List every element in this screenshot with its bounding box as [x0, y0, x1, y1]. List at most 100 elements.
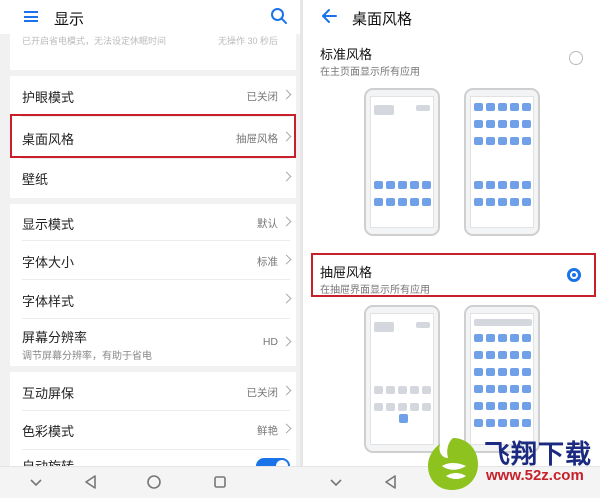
option-title: 标准风格: [320, 47, 373, 62]
preview-app-tile: [522, 198, 531, 206]
preview-app-tile: [498, 351, 507, 359]
sleep-notice: 已开启省电模式，无法设定休眠时间: [22, 36, 167, 46]
sleep-card: 已开启省电模式，无法设定休眠时间 无操作 30 秒后: [10, 34, 296, 70]
preview-app-tile: [474, 368, 483, 376]
preview-app-tile: [498, 103, 507, 111]
row-label: 壁纸: [22, 172, 49, 187]
row-value: 鲜艳: [257, 425, 278, 437]
nav-home-icon[interactable]: [146, 474, 162, 490]
preview-app-tile: [410, 181, 419, 189]
row-color-mode[interactable]: 色彩模式 鲜艳: [10, 411, 296, 449]
preview-app-tile: [486, 103, 495, 111]
preview-app-tile: [486, 385, 495, 393]
preview-app-tile: [510, 351, 519, 359]
preview-standard-apps: [464, 88, 540, 236]
row-screensaver[interactable]: 互动屏保 已关闭: [10, 372, 296, 410]
preview-app-tile: [510, 334, 519, 342]
back-icon[interactable]: [320, 7, 338, 25]
row-label: 字体大小: [22, 255, 75, 270]
preview-app-tile: [398, 386, 407, 394]
watermark: 飞翔下载 www.52z.com: [420, 428, 600, 497]
preview-app-tile: [498, 198, 507, 206]
preview-app-tile: [374, 198, 383, 206]
preview-app-tile: [474, 137, 483, 145]
row-display-mode[interactable]: 显示模式 默认: [10, 204, 296, 240]
preview-app-tile: [374, 403, 383, 411]
preview-app-tile: [510, 103, 519, 111]
nav-recent-icon[interactable]: [212, 474, 228, 490]
preview-app-tile: [498, 419, 507, 427]
preview-app-tile: [410, 403, 419, 411]
preview-app-tile: [422, 198, 431, 206]
preview-app-tile: [498, 181, 507, 189]
preview-app-tile: [474, 198, 483, 206]
preview-app-tile: [510, 402, 519, 410]
display-header: 显示: [0, 0, 300, 34]
chevron-right-icon: [281, 293, 292, 304]
preview-app-tile: [374, 105, 394, 115]
preview-app-tile: [522, 137, 531, 145]
preview-app-tile: [510, 385, 519, 393]
row-label: 自动旋转: [22, 456, 74, 466]
chevron-right-icon: [281, 423, 292, 434]
row-label: 显示模式: [22, 217, 75, 232]
preview-standard-home: [364, 88, 440, 236]
radio-standard[interactable]: [569, 51, 583, 65]
preview-app-tile: [374, 181, 383, 189]
nav-back-icon[interactable]: [83, 474, 99, 490]
preview-app-tile: [486, 334, 495, 342]
preview-app-tile: [498, 334, 507, 342]
preview-app-tile: [486, 181, 495, 189]
preview-app-tile: [416, 322, 430, 328]
row-screen-resolution[interactable]: 屏幕分辨率 调节屏幕分辨率，有助于省电 HD: [10, 319, 296, 365]
search-icon[interactable]: [270, 7, 288, 25]
preview-app-tile: [422, 403, 431, 411]
preview-app-tile: [398, 181, 407, 189]
nav-collapse-icon[interactable]: [328, 474, 344, 490]
display-options-card: 显示模式 默认 字体大小 标准 字体样式 屏幕分辨率 调节屏幕分辨率，有助于省电…: [10, 204, 296, 366]
preview-app-tile: [498, 385, 507, 393]
row-auto-rotate[interactable]: 自动旋转: [10, 450, 296, 466]
row-label: 护眼模式: [22, 90, 75, 105]
row-value: HD: [262, 336, 278, 348]
nav-back-icon[interactable]: [383, 474, 399, 490]
preview-app-tile: [486, 351, 495, 359]
preview-app-tile: [474, 351, 483, 359]
preview-app-tile: [486, 137, 495, 145]
chevron-right-icon: [281, 216, 292, 227]
desktop-style-panel: 桌面风格 标准风格 在主页面显示所有应用 抽屉风格 在抽屉界面显示所有应用: [303, 0, 600, 466]
preview-app-tile: [474, 181, 483, 189]
preview-app-tile: [474, 385, 483, 393]
preview-app-tile: [522, 368, 531, 376]
preview-app-tile: [522, 334, 531, 342]
row-eye-comfort[interactable]: 护眼模式 已关闭: [10, 76, 296, 114]
preview-bar: [474, 319, 532, 326]
preview-app-tile: [510, 181, 519, 189]
row-font-style[interactable]: 字体样式: [10, 280, 296, 318]
preview-app-tile: [486, 419, 495, 427]
chevron-right-icon: [281, 385, 292, 396]
preview-app-tile: [522, 385, 531, 393]
preview-app-tile: [486, 402, 495, 410]
preview-app-tile: [522, 181, 531, 189]
preview-app-tile: [386, 386, 395, 394]
preview-app-tile: [486, 368, 495, 376]
preview-app-tile: [410, 386, 419, 394]
watermark-logo: [428, 438, 478, 490]
display-settings-panel: 显示 已开启省电模式，无法设定休眠时间 无操作 30 秒后 护眼模式 已关闭 桌…: [0, 0, 300, 466]
desktop-style-header: 桌面风格: [303, 0, 600, 34]
preview-app-tile: [510, 198, 519, 206]
row-value: 默认: [257, 218, 278, 230]
menu-icon[interactable]: [24, 11, 38, 22]
preview-app-tile: [374, 322, 394, 332]
preview-app-tile: [486, 120, 495, 128]
preview-app-tile: [422, 386, 431, 394]
preview-app-tile: [374, 386, 383, 394]
auto-rotate-toggle[interactable]: [256, 458, 290, 466]
row-font-size[interactable]: 字体大小 标准: [10, 241, 296, 279]
nav-collapse-icon[interactable]: [28, 474, 44, 490]
row-wallpaper[interactable]: 壁纸: [10, 160, 296, 198]
preview-app-tile: [522, 120, 531, 128]
preview-app-tile: [510, 137, 519, 145]
preview-app-tile: [510, 419, 519, 427]
